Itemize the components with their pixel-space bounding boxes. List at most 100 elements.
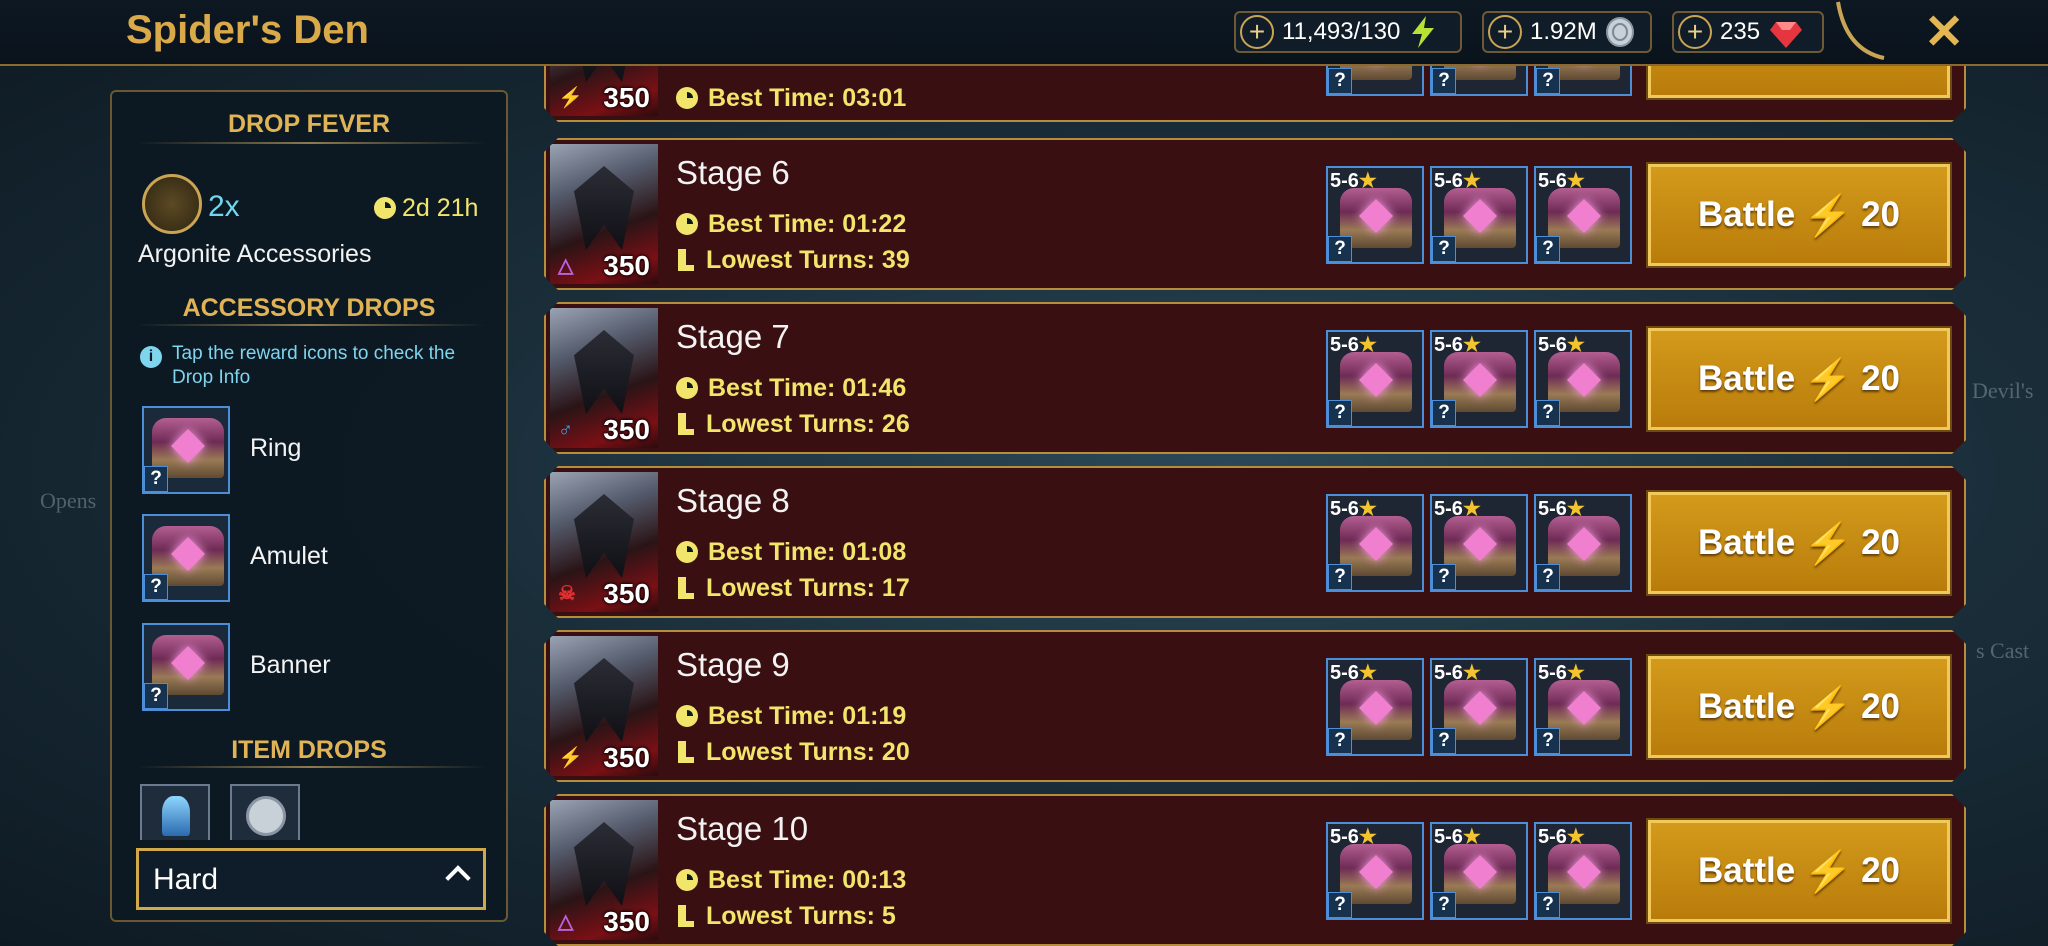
drop-fever-emblem-icon[interactable] — [142, 174, 202, 234]
lowest-turns: Lowest Turns: 5 — [676, 902, 896, 931]
energy-icon: ⚡ — [1803, 357, 1854, 402]
drop-fever-heading: DROP FEVER — [227, 110, 391, 138]
gems-value: 235 — [1720, 18, 1761, 45]
boss-level: 350 — [603, 742, 650, 773]
top-bar: Spider's Den + 11,493/130 + 1.92M + 235 … — [0, 0, 2048, 66]
reward-chest[interactable]: 5-6★? — [1430, 494, 1528, 592]
page-title: Spider's Den — [126, 8, 369, 52]
reward-chest[interactable]: 5-6★? — [1430, 330, 1528, 428]
battle-button[interactable]: Battle ⚡ 20 — [1648, 164, 1950, 266]
ring-reward-icon[interactable]: ? — [142, 406, 230, 494]
boss-portrait: △ 350 — [550, 800, 658, 940]
reward-chest[interactable]: 5-6★? — [1326, 822, 1424, 920]
boss-portrait: ⚡ 350 — [550, 66, 658, 116]
boss-portrait: ♂ 350 — [550, 308, 658, 448]
stage-name: Stage 9 — [676, 646, 790, 683]
boss-portrait: ⚡ 350 — [550, 636, 658, 776]
map-label: Devil's — [1972, 378, 2034, 403]
reward-chest[interactable]: 5-6★? — [1534, 822, 1632, 920]
lowest-turns: Lowest Turns: 17 — [676, 574, 910, 603]
silver-item-icon[interactable] — [230, 784, 300, 840]
add-energy-button[interactable]: + — [1240, 15, 1274, 49]
close-icon[interactable]: ✕ — [1924, 4, 1964, 60]
boss-level: 350 — [603, 250, 650, 281]
reward-chest[interactable]: 5-6★? — [1326, 494, 1424, 592]
stage-list[interactable]: ⚡ 350 Best Time: 03:01 ? ? ? △ 350 Stage… — [540, 66, 1972, 946]
info-icon: i — [140, 346, 162, 368]
battle-button[interactable] — [1648, 66, 1950, 98]
boot-icon — [676, 249, 694, 271]
stage-row: ⚡ 350 Best Time: 03:01 ? ? ? — [544, 66, 1966, 122]
energy-icon: ⚡ — [1803, 193, 1854, 238]
map-label: s Cast — [1976, 638, 2030, 663]
best-time: Best Time: 01:22 — [676, 210, 906, 239]
reward-chest[interactable]: 5-6★? — [1430, 658, 1528, 756]
accessory-drop-ring[interactable]: ? Ring — [142, 406, 482, 494]
lowest-turns: Lowest Turns: 26 — [676, 410, 910, 439]
corner-ornament-icon — [1836, 1, 1885, 60]
stage-row: ♂ 350 Stage 7 Best Time: 01:46 Lowest Tu… — [544, 302, 1966, 454]
affinity-icon: △ — [558, 255, 574, 277]
silver-coin-icon — [1605, 17, 1634, 47]
battle-button[interactable]: Battle ⚡ 20 — [1648, 820, 1950, 922]
divider — [136, 766, 486, 768]
clock-icon — [374, 197, 396, 219]
stage-name: Stage 10 — [676, 810, 809, 847]
reward-chest[interactable]: 5-6★? — [1326, 658, 1424, 756]
best-time: Best Time: 01:08 — [676, 538, 906, 567]
divider — [136, 324, 486, 326]
reward-chest[interactable]: ? — [1430, 66, 1528, 96]
fever-item-name: Argonite Accessories — [138, 240, 372, 268]
ruby-gem-icon — [1770, 22, 1803, 48]
gems-counter: + 235 — [1672, 11, 1824, 53]
best-time: Best Time: 01:19 — [676, 702, 906, 731]
amulet-reward-icon[interactable]: ? — [142, 514, 230, 602]
clock-icon — [676, 541, 698, 563]
clock-icon — [676, 869, 698, 891]
reward-chest[interactable]: 5-6★? — [1430, 822, 1528, 920]
accessory-drop-amulet[interactable]: ? Amulet — [142, 514, 482, 602]
clock-icon — [676, 377, 698, 399]
difficulty-select[interactable]: Hard — [136, 848, 486, 910]
drop-multiplier: 2x — [208, 190, 240, 223]
lowest-turns: Lowest Turns: 20 — [676, 738, 910, 767]
affinity-icon: ⚡ — [558, 747, 583, 769]
reward-chest[interactable]: 5-6★? — [1326, 166, 1424, 264]
stage-row: ☠ 350 Stage 8 Best Time: 01:08 Lowest Tu… — [544, 466, 1966, 618]
stage-name: Stage 8 — [676, 482, 790, 519]
energy-icon — [1412, 16, 1435, 48]
reward-chest[interactable]: ? — [1326, 66, 1424, 96]
potion-item-icon[interactable] — [140, 784, 210, 840]
reward-chest[interactable]: ? — [1534, 66, 1632, 96]
best-time: Best Time: 01:46 — [676, 374, 906, 403]
chevron-up-icon — [445, 865, 471, 891]
silver-counter: + 1.92M — [1482, 11, 1652, 53]
affinity-icon: △ — [558, 911, 574, 933]
drop-fever-panel: DROP FEVER 2x 2d 21h Argonite Accessorie… — [110, 90, 508, 922]
boss-level: 350 — [603, 906, 650, 937]
boss-level: 350 — [603, 578, 650, 609]
boss-level: 350 — [603, 414, 650, 445]
drop-info-hint: i Tap the reward icons to check the Drop… — [140, 342, 480, 390]
reward-chest[interactable]: 5-6★? — [1326, 330, 1424, 428]
reward-chest[interactable]: 5-6★? — [1534, 658, 1632, 756]
stage-name: Stage 7 — [676, 318, 790, 355]
accessory-drop-banner[interactable]: ? Banner — [142, 623, 482, 711]
add-silver-button[interactable]: + — [1488, 15, 1522, 49]
clock-icon — [676, 87, 698, 109]
boot-icon — [676, 577, 694, 599]
battle-button[interactable]: Battle ⚡ 20 — [1648, 492, 1950, 594]
energy-icon: ⚡ — [1803, 685, 1854, 730]
reward-chest[interactable]: 5-6★? — [1534, 330, 1632, 428]
reward-chest[interactable]: 5-6★? — [1534, 166, 1632, 264]
reward-chest[interactable]: 5-6★? — [1534, 494, 1632, 592]
add-gems-button[interactable]: + — [1678, 15, 1712, 49]
reward-chest[interactable]: 5-6★? — [1430, 166, 1528, 264]
banner-reward-icon[interactable]: ? — [142, 623, 230, 711]
energy-icon: ⚡ — [1803, 849, 1854, 894]
affinity-icon: ☠ — [558, 583, 576, 605]
battle-button[interactable]: Battle ⚡ 20 — [1648, 328, 1950, 430]
divider — [136, 142, 486, 144]
stage-row: ⚡ 350 Stage 9 Best Time: 01:19 Lowest Tu… — [544, 630, 1966, 782]
battle-button[interactable]: Battle ⚡ 20 — [1648, 656, 1950, 758]
